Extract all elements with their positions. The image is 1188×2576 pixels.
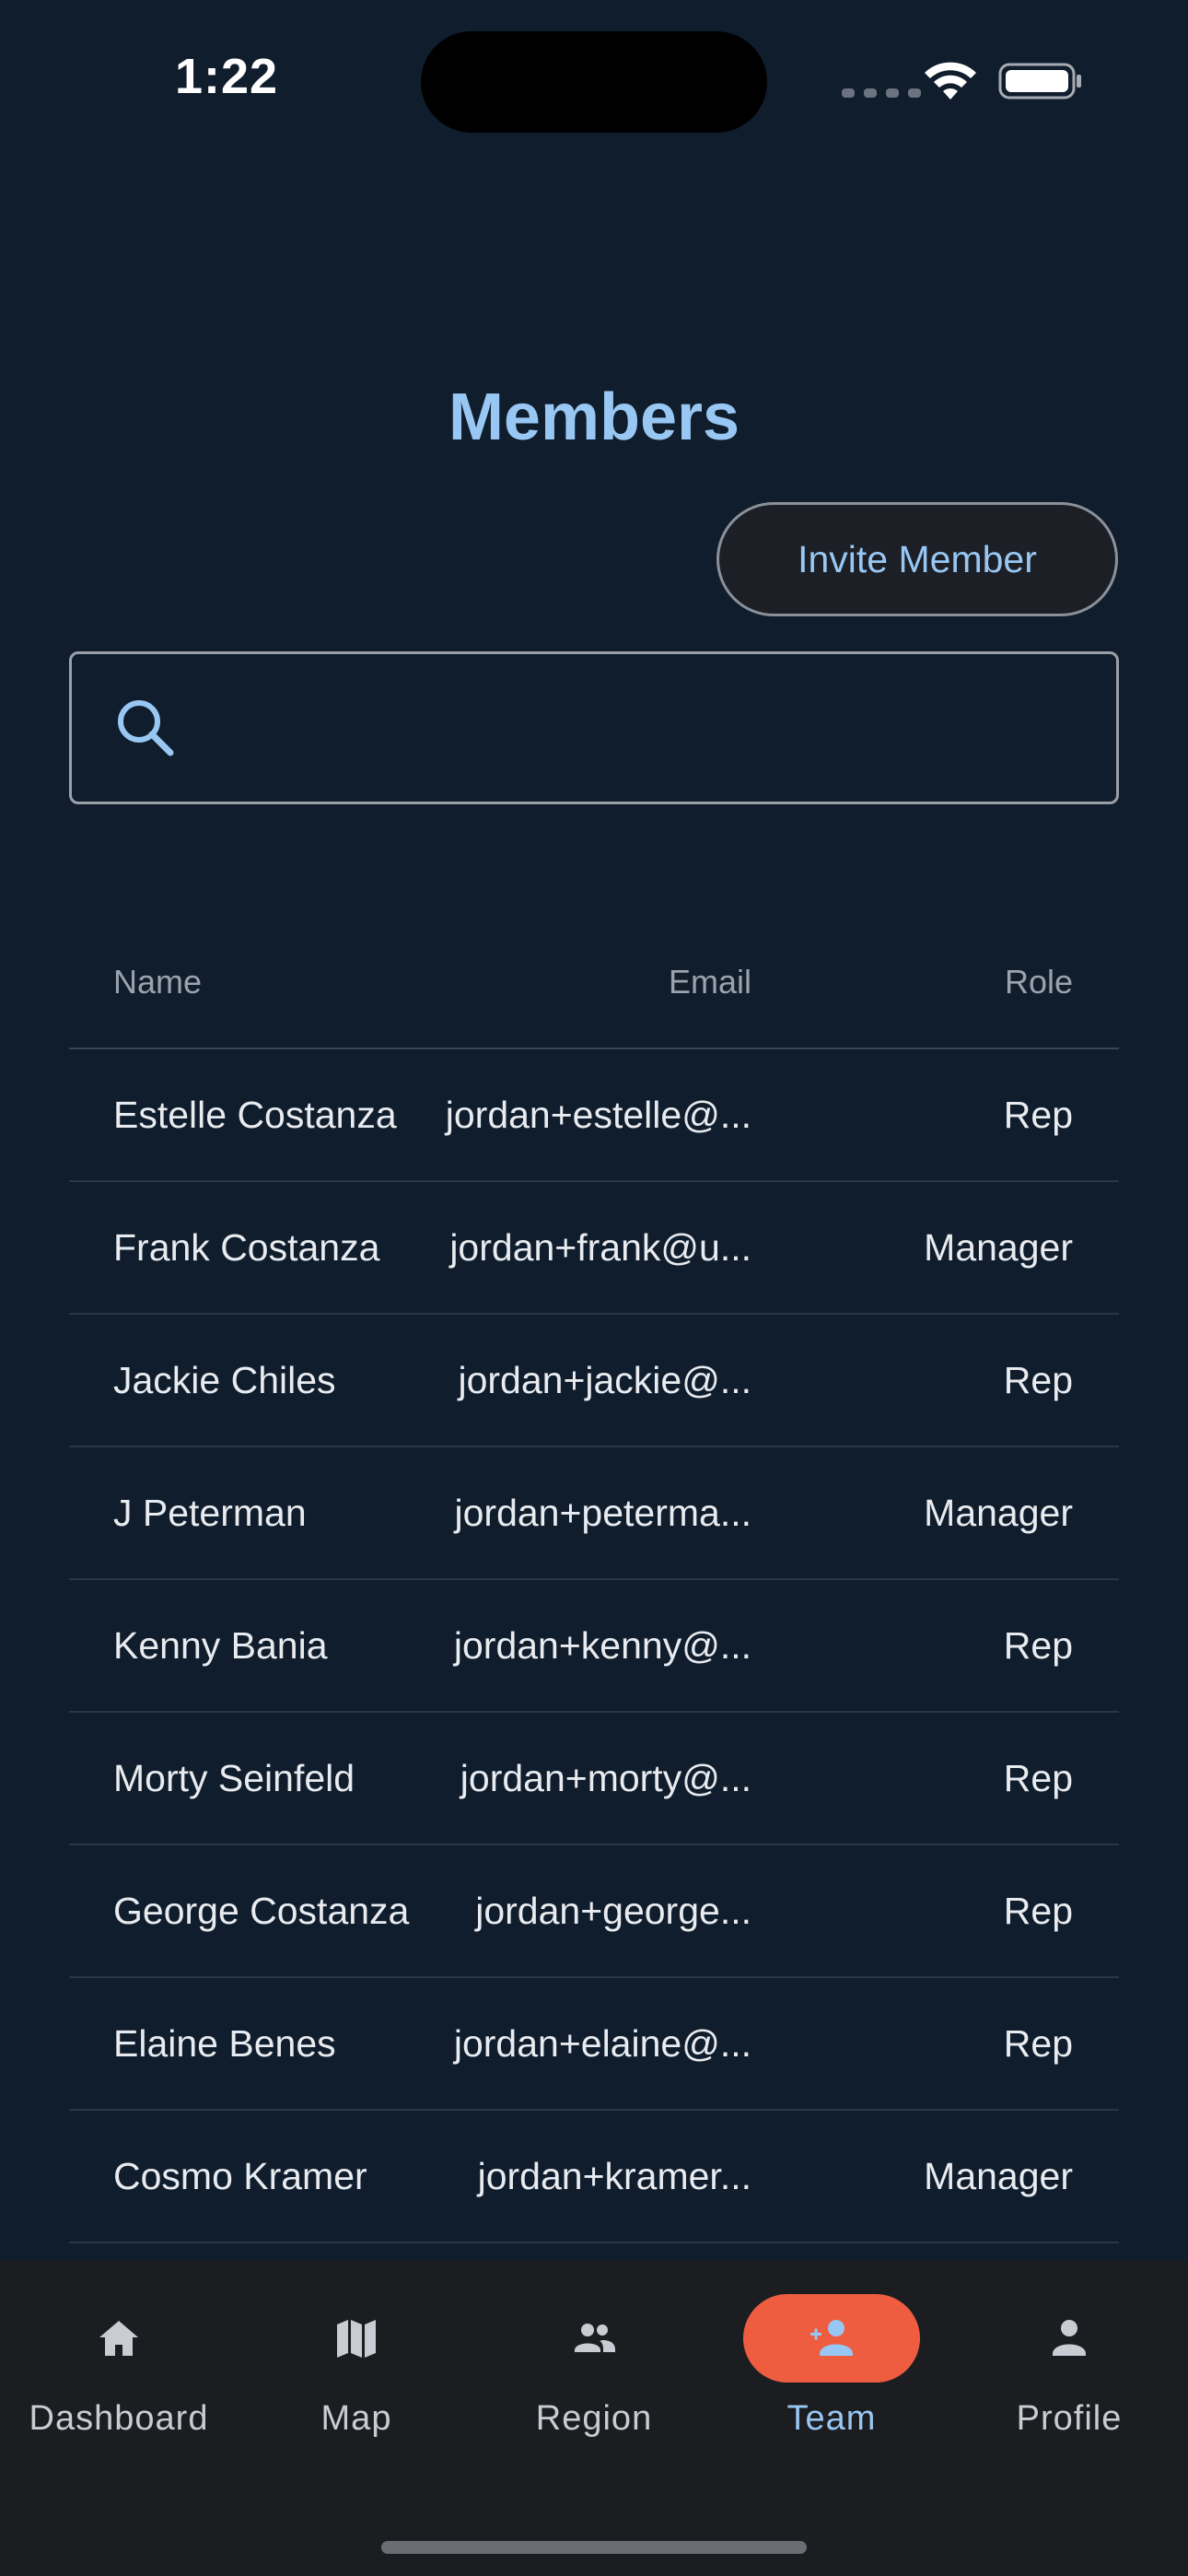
member-name: Estelle Costanza: [113, 1093, 397, 1136]
status-time: 1:22: [175, 49, 279, 104]
map-icon: [337, 2320, 376, 2358]
member-name: J Peterman: [113, 1491, 307, 1534]
column-header-name[interactable]: Name: [69, 963, 433, 1001]
member-role: Manager: [924, 2154, 1073, 2197]
member-role: Rep: [1003, 1756, 1073, 1799]
member-role: Manager: [924, 1491, 1073, 1534]
table-row[interactable]: George Costanza jordan+george... Rep: [69, 1845, 1119, 1978]
cellular-signal-icon: [842, 88, 921, 98]
member-role: Manager: [924, 1225, 1073, 1269]
nav-label: Region: [535, 2399, 653, 2438]
table-header: Name Email Role: [69, 917, 1119, 1049]
member-email: jordan+kenny@...: [453, 1623, 751, 1667]
member-email: jordan+elaine@...: [453, 2021, 751, 2065]
member-role: Rep: [1003, 1093, 1073, 1136]
battery-icon: [998, 63, 1081, 100]
member-email: jordan+kramer...: [477, 2154, 751, 2197]
status-bar: 1:22: [0, 0, 1188, 157]
table-row[interactable]: Estelle Costanza jordan+estelle@... Rep: [69, 1049, 1119, 1182]
member-role: Rep: [1003, 1889, 1073, 1932]
member-email: jordan+morty@...: [460, 1756, 751, 1799]
nav-item-region[interactable]: Region: [475, 2261, 713, 2482]
person-icon: [1053, 2320, 1086, 2356]
nav-item-map[interactable]: Map: [238, 2261, 475, 2482]
table-row[interactable]: Frank Costanza jordan+frank@u... Manager: [69, 1182, 1119, 1315]
member-name: Cosmo Kramer: [113, 2154, 367, 2197]
table-row[interactable]: Jackie Chiles jordan+jackie@... Rep: [69, 1315, 1119, 1447]
wifi-icon: [925, 62, 976, 100]
nav-label: Team: [786, 2399, 877, 2438]
table-row[interactable]: J Peterman jordan+peterma... Manager: [69, 1447, 1119, 1580]
group-icon: [575, 2324, 615, 2352]
table-row[interactable]: Kenny Bania jordan+kenny@... Rep: [69, 1580, 1119, 1713]
page-title: Members: [448, 381, 740, 454]
bottom-navigation: Dashboard Map Region Team Profile: [0, 2261, 1188, 2576]
home-icon: [99, 2321, 138, 2356]
nav-item-dashboard[interactable]: Dashboard: [0, 2261, 238, 2482]
active-indicator: [743, 2294, 920, 2383]
nav-label: Map: [320, 2399, 392, 2438]
column-header-email[interactable]: Email: [433, 963, 751, 1001]
search-box[interactable]: [69, 651, 1119, 804]
member-role: Rep: [1003, 2021, 1073, 2065]
home-indicator: [381, 2541, 807, 2554]
member-email: jordan+estelle@...: [445, 1093, 751, 1136]
member-role: Rep: [1003, 1623, 1073, 1667]
member-name: Morty Seinfeld: [113, 1756, 355, 1799]
member-email: jordan+peterma...: [454, 1491, 752, 1534]
member-role: Rep: [1003, 1358, 1073, 1401]
dynamic-island: [421, 31, 767, 133]
search-icon: [118, 700, 174, 756]
column-header-role[interactable]: Role: [751, 963, 1119, 1001]
person-add-icon: [810, 2320, 853, 2356]
table-row[interactable]: Morty Seinfeld jordan+morty@... Rep: [69, 1713, 1119, 1845]
nav-label: Profile: [1016, 2399, 1123, 2438]
table-row[interactable]: Elaine Benes jordan+elaine@... Rep: [69, 1978, 1119, 2111]
member-email: jordan+jackie@...: [458, 1358, 751, 1401]
member-email: jordan+frank@u...: [449, 1225, 751, 1269]
table-row[interactable]: Cosmo Kramer jordan+kramer... Manager: [69, 2111, 1119, 2243]
members-table: Name Email Role Estelle Costanza jordan+…: [69, 917, 1119, 2243]
search-input[interactable]: [178, 653, 1116, 802]
invite-member-button[interactable]: Invite Member: [716, 502, 1118, 616]
member-name: Elaine Benes: [113, 2021, 336, 2065]
nav-label: Dashboard: [29, 2399, 209, 2438]
member-name: Jackie Chiles: [113, 1358, 336, 1401]
member-name: George Costanza: [113, 1889, 410, 1932]
member-name: Frank Costanza: [113, 1225, 380, 1269]
member-name: Kenny Bania: [113, 1623, 328, 1667]
nav-item-profile[interactable]: Profile: [950, 2261, 1188, 2482]
nav-item-team[interactable]: Team: [713, 2261, 950, 2482]
member-email: jordan+george...: [475, 1889, 751, 1932]
